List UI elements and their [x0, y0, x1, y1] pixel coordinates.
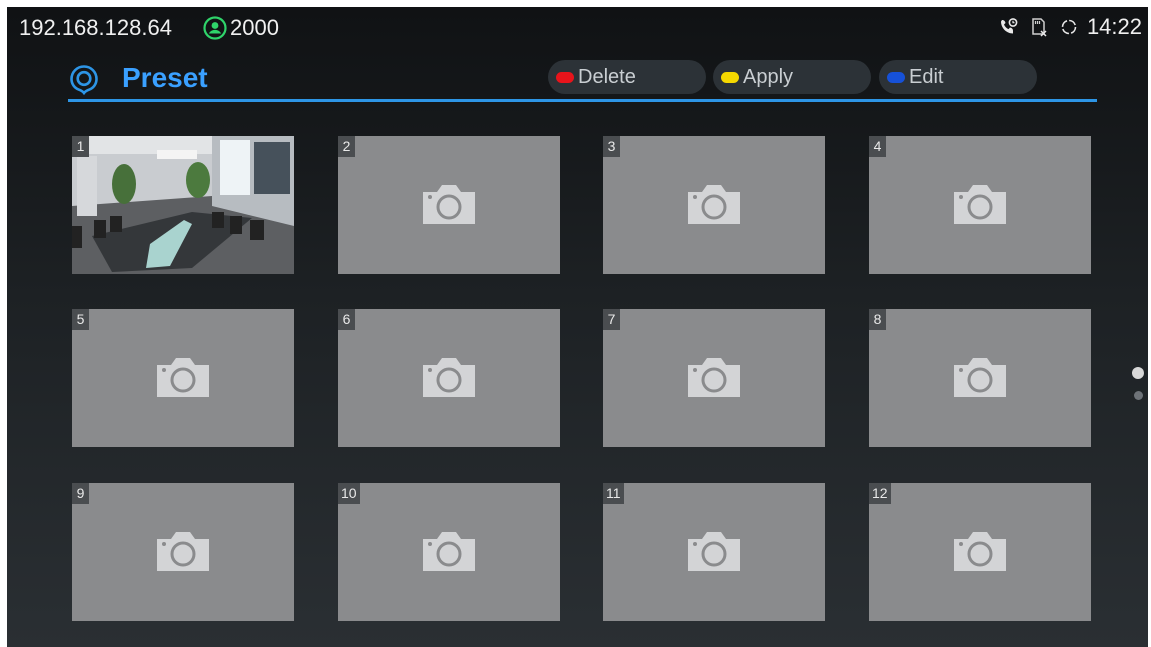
page-title: Preset	[122, 62, 208, 93]
preset-number: 1	[72, 136, 89, 157]
preset-tile-7[interactable]: 7	[603, 309, 825, 447]
preset-number: 2	[338, 136, 355, 157]
delete-button[interactable]: Delete	[548, 60, 706, 94]
camera-icon	[688, 358, 740, 397]
preset-tile-6[interactable]: 6	[338, 309, 560, 447]
page-indicator-active[interactable]	[1132, 367, 1144, 379]
yellow-key-icon	[721, 71, 739, 83]
preset-number: 10	[338, 483, 360, 504]
preset-tile-5[interactable]: 5	[72, 309, 294, 447]
preset-number: 4	[869, 136, 886, 157]
camera-icon	[423, 532, 475, 571]
apply-button[interactable]: Apply	[713, 60, 871, 94]
account-number: 2000	[230, 15, 279, 40]
preset-number: 12	[869, 483, 891, 504]
preset-tile-1[interactable]: 1	[72, 136, 294, 274]
camera-icon	[688, 185, 740, 224]
sd-card-removed-icon	[1032, 18, 1047, 37]
ip-address: 192.168.128.64	[19, 15, 172, 40]
call-forward-icon	[1000, 18, 1018, 34]
preset-number: 9	[72, 483, 89, 504]
sync-icon	[1061, 19, 1077, 35]
preset-number: 8	[869, 309, 886, 330]
preset-tile-8[interactable]: 8	[869, 309, 1091, 447]
status-bar: 192.168.128.64 2000 14:22	[7, 7, 1148, 47]
account-registered-icon	[203, 16, 227, 40]
preset-tile-10[interactable]: 10	[338, 483, 560, 621]
red-key-icon	[556, 71, 574, 83]
camera-icon	[954, 532, 1006, 571]
apply-label: Apply	[743, 65, 794, 88]
preset-tile-3[interactable]: 3	[603, 136, 825, 274]
camera-icon	[954, 358, 1006, 397]
preset-number: 5	[72, 309, 89, 330]
preset-number: 3	[603, 136, 620, 157]
preset-tile-12[interactable]: 12	[869, 483, 1091, 621]
conference-room-thumbnail	[72, 136, 294, 274]
camera-icon	[157, 532, 209, 571]
preset-tile-4[interactable]: 4	[869, 136, 1091, 274]
preset-number: 7	[603, 309, 620, 330]
clock: 14:22	[1086, 14, 1142, 39]
camera-icon	[157, 358, 209, 397]
preset-tile-2[interactable]: 2	[338, 136, 560, 274]
status-icons: 14:22	[999, 13, 1142, 41]
camera-icon	[423, 358, 475, 397]
preset-screen: 192.168.128.64 2000 14:22 Preset Delete …	[7, 7, 1148, 647]
camera-icon	[688, 532, 740, 571]
camera-icon	[954, 185, 1006, 224]
page-indicator-inactive[interactable]	[1134, 391, 1143, 400]
preset-icon	[70, 65, 98, 95]
preset-tile-11[interactable]: 11	[603, 483, 825, 621]
blue-key-icon	[887, 71, 905, 83]
edit-button[interactable]: Edit	[879, 60, 1037, 94]
preset-number: 11	[603, 483, 624, 504]
camera-icon	[423, 185, 475, 224]
preset-number: 6	[338, 309, 355, 330]
preset-tile-9[interactable]: 9	[72, 483, 294, 621]
edit-label: Edit	[909, 65, 944, 88]
header-divider	[68, 99, 1097, 102]
delete-label: Delete	[578, 65, 636, 88]
